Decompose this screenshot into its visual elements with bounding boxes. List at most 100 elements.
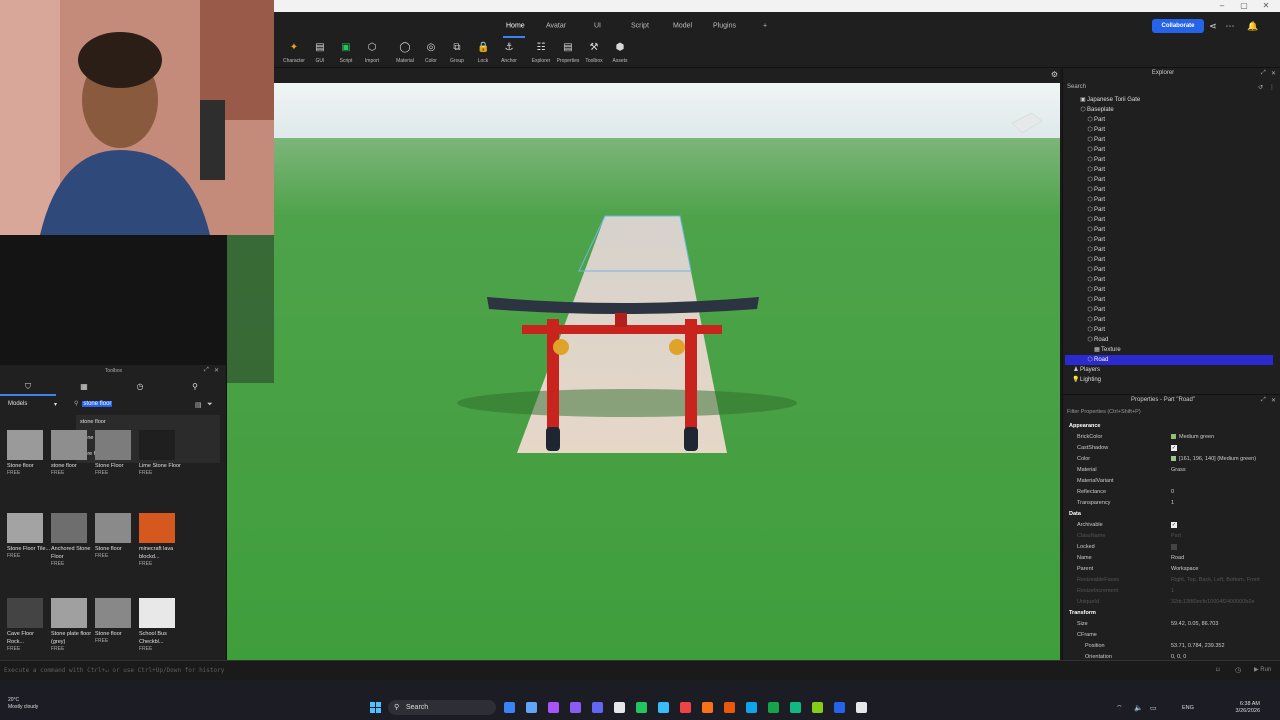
property-value[interactable]: [161, 196, 140] (Medium green): [1171, 456, 1256, 462]
tab-ui[interactable]: UI: [594, 23, 601, 30]
property-value[interactable]: 1: [1171, 500, 1174, 506]
tab-plugins[interactable]: Plugins: [713, 23, 736, 30]
explorer-tree-item[interactable]: ⬡Part: [1065, 275, 1273, 285]
explorer-tree-item[interactable]: ⬡Part: [1065, 235, 1273, 245]
notification-bell-icon[interactable]: 🔔: [1247, 20, 1259, 32]
model-result-item[interactable]: School Bus Checkbl... FREE: [139, 598, 183, 652]
model-result-item[interactable]: Lime Stone Floor FREE: [139, 430, 183, 476]
explorer-tree-item[interactable]: ⬡Part: [1065, 155, 1273, 165]
viewport-settings-icon[interactable]: ⚙: [1051, 70, 1058, 79]
explorer-search-input[interactable]: Search ↺ ⋮: [1067, 84, 1277, 94]
bookmark-icon[interactable]: ⌑: [1216, 666, 1220, 674]
taskbar-app-icon[interactable]: [790, 702, 801, 713]
property-value[interactable]: 53.71, 0.784, 239.352: [1171, 643, 1225, 649]
minimize-icon[interactable]: –: [1212, 0, 1232, 12]
property-value[interactable]: ✓: [1171, 522, 1177, 528]
taskbar-app-icon[interactable]: [548, 702, 559, 713]
property-section-header[interactable]: Transform: [1069, 610, 1096, 616]
model-result-item[interactable]: Stone floor FREE: [95, 513, 139, 559]
property-value[interactable]: Medium green: [1171, 434, 1214, 440]
taskbar-app-icon[interactable]: [504, 702, 515, 713]
model-result-item[interactable]: Stone Floor FREE: [95, 430, 139, 476]
wifi-icon[interactable]: ⌔: [1116, 704, 1123, 713]
taskbar-app-icon[interactable]: [702, 702, 713, 713]
model-result-item[interactable]: Stone floor FREE: [7, 430, 51, 476]
explorer-tree-item[interactable]: ⬡Part: [1065, 125, 1273, 135]
explorer-tree-item[interactable]: ⬡Part: [1065, 245, 1273, 255]
sort-icon[interactable]: ▤: [195, 401, 202, 409]
taskbar-clock[interactable]: 6:38 AM 3/26/2026: [1200, 701, 1260, 715]
model-result-item[interactable]: Stone Floor Tile... FREE: [7, 513, 51, 559]
explorer-tree-item[interactable]: ⬡Road: [1065, 355, 1273, 365]
properties-filter-input[interactable]: Filter Properties (Ctrl+Shift+P): [1067, 409, 1277, 415]
property-value[interactable]: Part: [1171, 533, 1181, 539]
close-icon[interactable]: ✕: [214, 367, 219, 374]
model-result-item[interactable]: Stone plate floor (grey) FREE: [51, 598, 95, 652]
explorer-tree-item[interactable]: ⬡Part: [1065, 185, 1273, 195]
pop-out-icon[interactable]: ⤢: [1261, 397, 1266, 404]
property-value[interactable]: Grass: [1171, 467, 1186, 473]
explorer-tree-item[interactable]: ⬡Part: [1065, 325, 1273, 335]
explorer-tree-item[interactable]: ⬡Part: [1065, 265, 1273, 275]
tab-model[interactable]: Model: [673, 23, 692, 30]
history-icon[interactable]: ◷: [1235, 666, 1241, 674]
taskbar-app-icon[interactable]: [658, 702, 669, 713]
tab-home[interactable]: Home: [506, 23, 525, 30]
property-section-header[interactable]: Data: [1069, 511, 1081, 517]
creations-tab-icon[interactable]: ⚲: [190, 382, 200, 392]
close-icon[interactable]: ✕: [1256, 0, 1276, 12]
close-icon[interactable]: ✕: [1271, 397, 1276, 404]
property-value[interactable]: Workspace: [1171, 566, 1198, 572]
explorer-tree-item[interactable]: ▦Texture: [1065, 345, 1273, 355]
history-icon[interactable]: ↺: [1258, 84, 1263, 91]
property-value[interactable]: [1171, 544, 1177, 552]
model-result-item[interactable]: Stone floor FREE: [95, 598, 139, 644]
explorer-tree-item[interactable]: ⬡Baseplate: [1065, 105, 1273, 115]
share-icon[interactable]: ⋖: [1207, 20, 1219, 32]
pop-out-icon[interactable]: ⤢: [1261, 70, 1266, 77]
view-cube[interactable]: [1011, 112, 1043, 134]
property-section-header[interactable]: Appearance: [1069, 423, 1101, 429]
model-result-item[interactable]: Cave Floor Rock... FREE: [7, 598, 51, 652]
property-checkbox[interactable]: ✓: [1171, 522, 1177, 528]
property-checkbox[interactable]: [1171, 544, 1177, 550]
taskbar-app-icon[interactable]: [856, 702, 867, 713]
explorer-tree-item[interactable]: ⬡Part: [1065, 225, 1273, 235]
close-icon[interactable]: ✕: [1271, 70, 1276, 77]
collaborate-button[interactable]: Collaborate: [1152, 19, 1204, 33]
explorer-tree-item[interactable]: ⬡Part: [1065, 205, 1273, 215]
import-button[interactable]: ⬡ Import: [357, 42, 387, 64]
explorer-tree-item[interactable]: 💡Lighting: [1065, 375, 1273, 385]
explorer-tree-item[interactable]: ⬡Part: [1065, 255, 1273, 265]
taskbar-app-icon[interactable]: [724, 702, 735, 713]
category-dropdown[interactable]: Models ▾: [8, 401, 68, 411]
inventory-tab-icon[interactable]: ▦: [79, 382, 89, 392]
taskbar-app-icon[interactable]: [570, 702, 581, 713]
explorer-tree-item[interactable]: ⬡Part: [1065, 215, 1273, 225]
filter-icon[interactable]: ⏷: [207, 401, 213, 409]
run-button[interactable]: ▶ Run: [1254, 666, 1271, 673]
3d-viewport[interactable]: [227, 83, 1060, 660]
explorer-tree-item[interactable]: ⬡Part: [1065, 135, 1273, 145]
tab-avatar[interactable]: Avatar: [546, 23, 566, 30]
pop-out-icon[interactable]: ⤢: [204, 367, 209, 374]
taskbar-app-icon[interactable]: [768, 702, 779, 713]
add-tab-button[interactable]: +: [763, 23, 767, 30]
taskbar-app-icon[interactable]: [636, 702, 647, 713]
taskbar-app-icon[interactable]: [834, 702, 845, 713]
taskbar-app-icon[interactable]: [746, 702, 757, 713]
tab-script[interactable]: Script: [631, 23, 649, 30]
explorer-tree-item[interactable]: ⬡Part: [1065, 285, 1273, 295]
explorer-tree-item[interactable]: ⬡Part: [1065, 305, 1273, 315]
explorer-tree-item[interactable]: ♟Players: [1065, 365, 1273, 375]
taskbar-app-icon[interactable]: [526, 702, 537, 713]
property-value[interactable]: Right, Top, Back, Left, Bottom, Front: [1171, 577, 1260, 583]
taskbar-app-icon[interactable]: [614, 702, 625, 713]
taskbar-app-icon[interactable]: [812, 702, 823, 713]
explorer-button[interactable]: ☷ Explorer: [526, 42, 556, 64]
explorer-tree-item[interactable]: ⬡Part: [1065, 295, 1273, 305]
battery-icon[interactable]: ▭: [1150, 704, 1157, 712]
avatar[interactable]: [1263, 20, 1275, 32]
model-result-item[interactable]: minecraft lava blockd... FREE: [139, 513, 183, 567]
taskbar-app-icon[interactable]: [680, 702, 691, 713]
